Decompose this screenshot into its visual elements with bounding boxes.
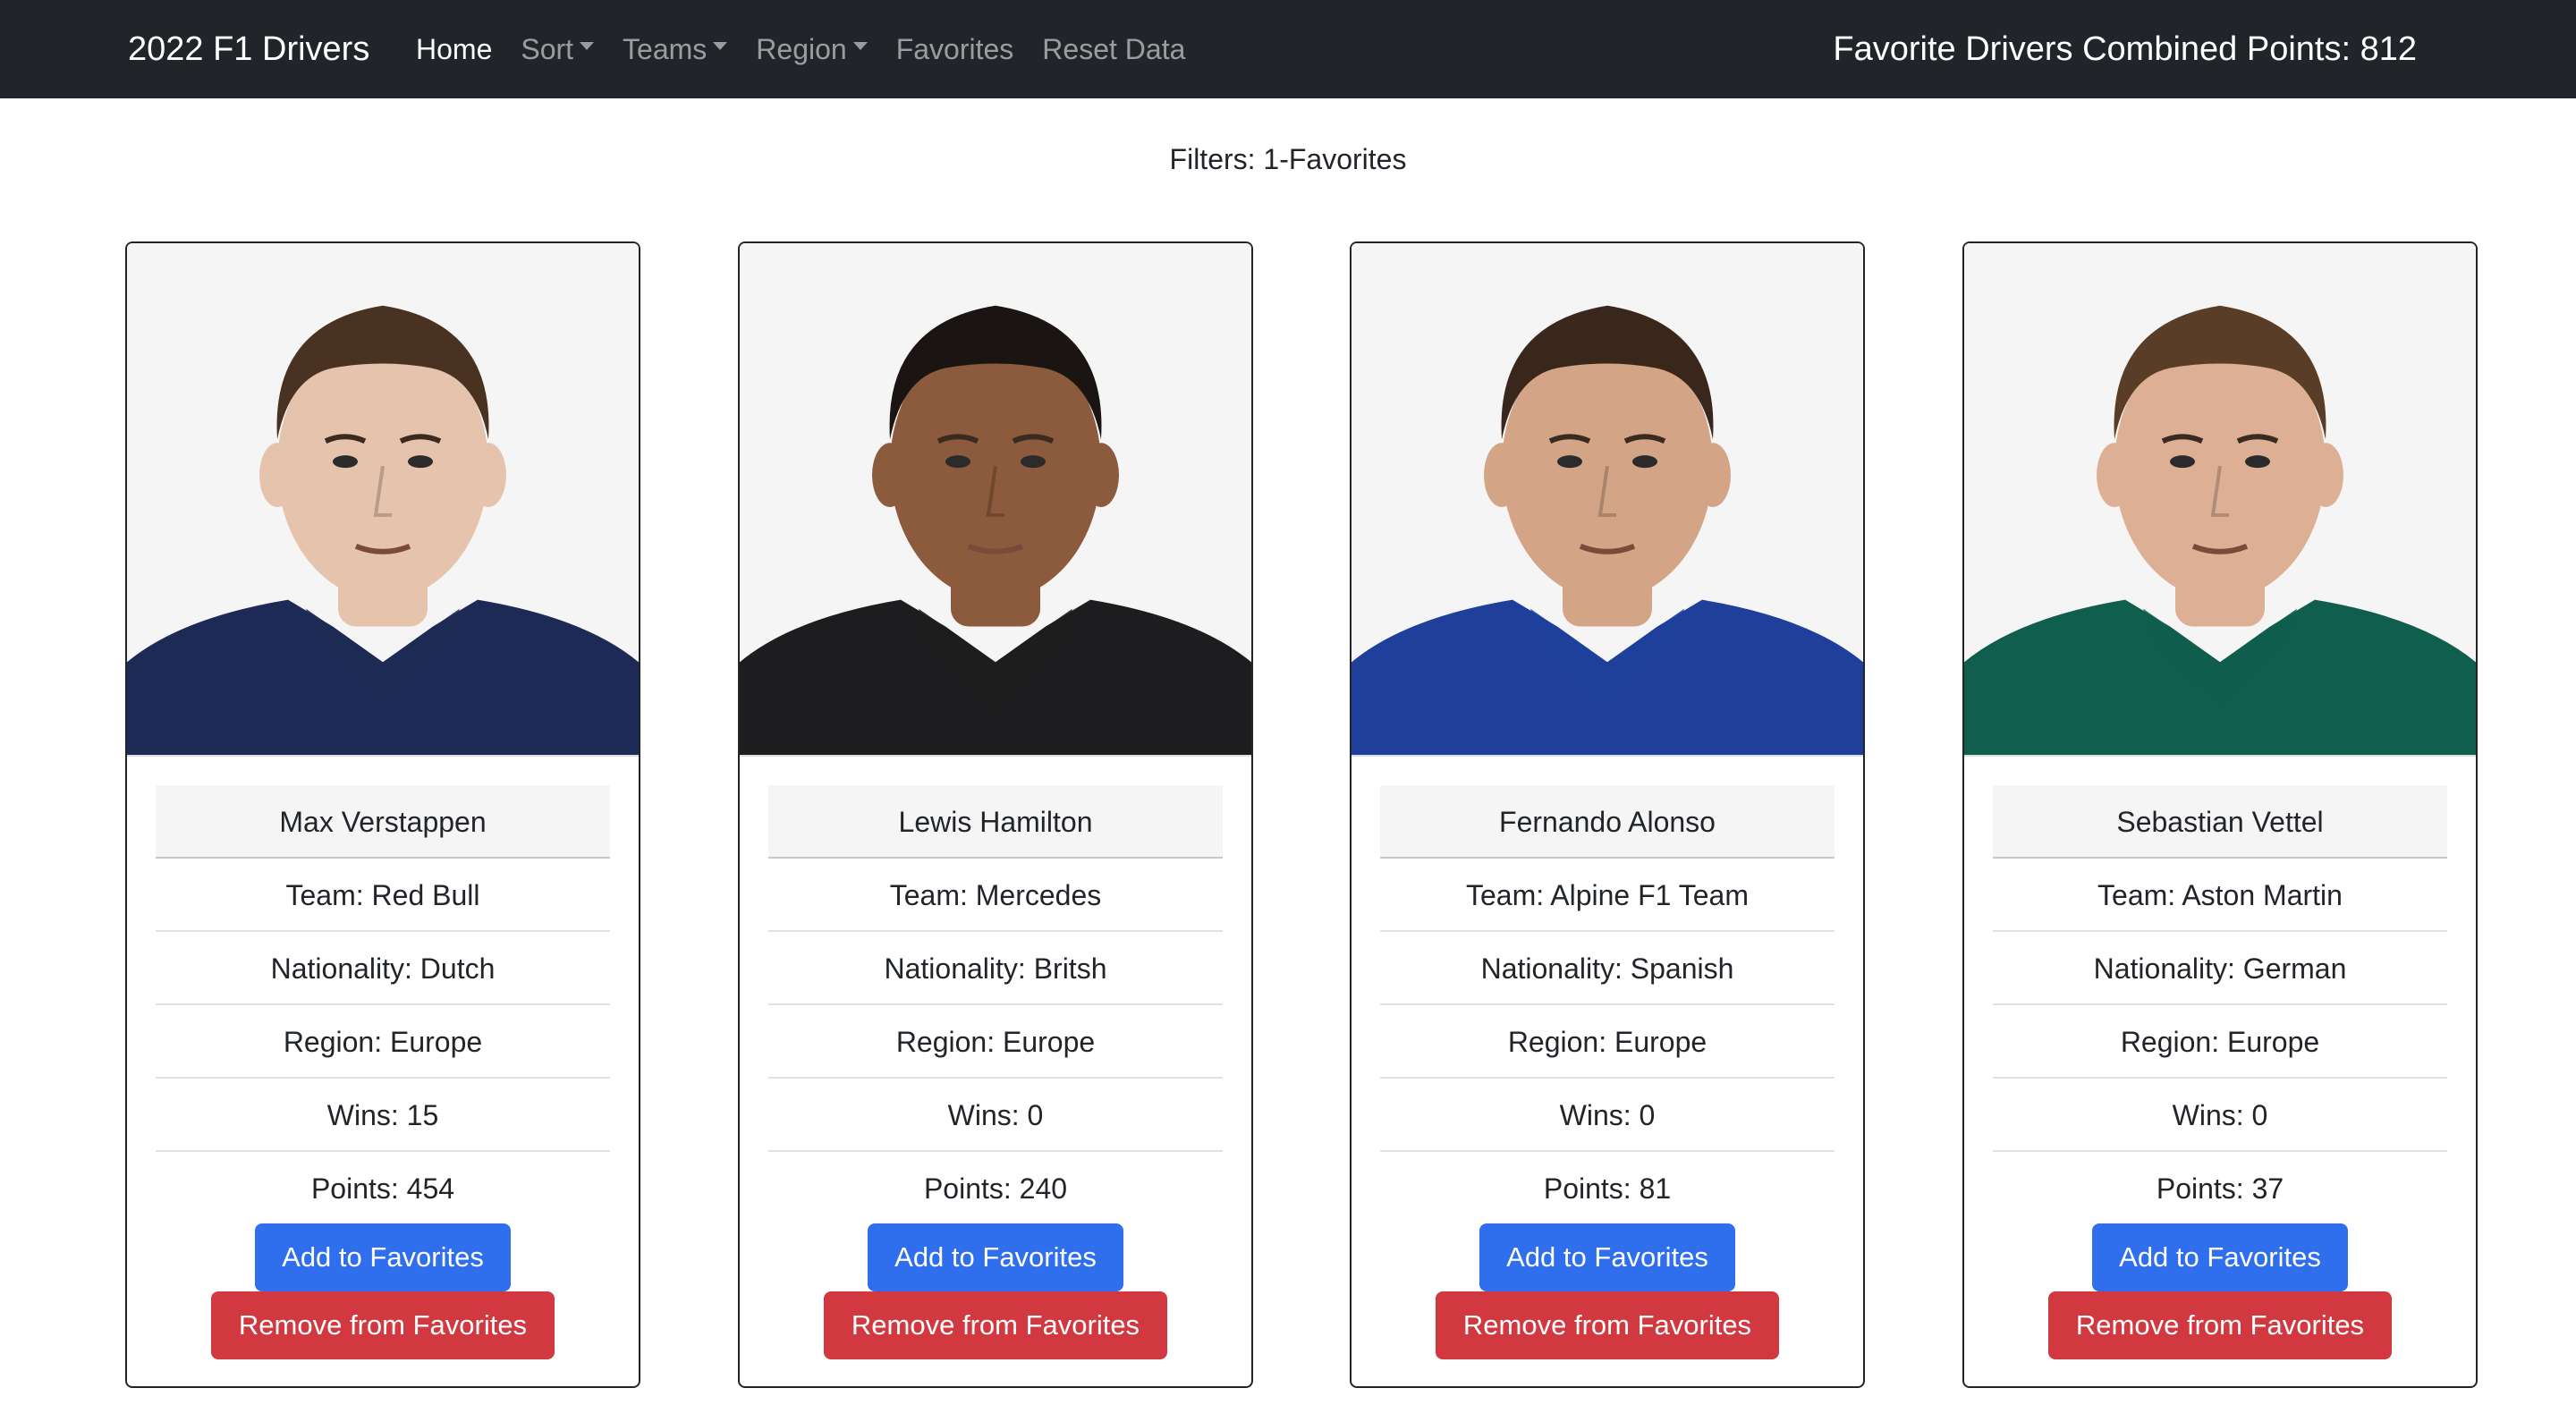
- remove-from-favorites-button[interactable]: Remove from Favorites: [2048, 1291, 2392, 1359]
- driver-card: Sebastian Vettel Team: Aston Martin Nati…: [1962, 241, 2478, 1388]
- driver-nationality: Nationality: German: [1993, 932, 2447, 1005]
- driver-wins: Wins: 0: [1380, 1079, 1835, 1152]
- driver-card: Lewis Hamilton Team: Mercedes Nationalit…: [738, 241, 1253, 1388]
- driver-card: Max Verstappen Team: Red Bull Nationalit…: [125, 241, 640, 1388]
- nav-sort-label: Sort: [521, 32, 574, 65]
- nav-home-link[interactable]: Home: [416, 33, 492, 66]
- driver-region: Region: Europe: [1380, 1005, 1835, 1079]
- driver-points: Points: 240: [923, 1172, 1068, 1205]
- driver-info-list: Sebastian Vettel Team: Aston Martin Nati…: [1993, 785, 2447, 1225]
- driver-nationality: Nationality: Spanish: [1380, 932, 1835, 1005]
- nav-region-label: Region: [756, 32, 847, 65]
- driver-portrait-image: [1964, 243, 2476, 755]
- nav-favorites-label: Favorites: [895, 32, 1014, 65]
- add-to-favorites-button[interactable]: Add to Favorites: [2092, 1223, 2348, 1291]
- driver-info-list: Lewis Hamilton Team: Mercedes Nationalit…: [768, 785, 1223, 1225]
- nav-teams-label: Teams: [623, 32, 708, 65]
- driver-team: Team: Aston Martin: [1993, 859, 2447, 932]
- driver-photo: [1964, 243, 2476, 757]
- navbar-brand[interactable]: 2022 F1 Drivers: [128, 0, 369, 98]
- driver-name: Sebastian Vettel: [1993, 785, 2447, 859]
- driver-wins: Wins: 0: [768, 1079, 1223, 1152]
- driver-card: Fernando Alonso Team: Alpine F1 Team Nat…: [1350, 241, 1865, 1388]
- driver-points: Points: 81: [1543, 1172, 1672, 1205]
- driver-wins: Wins: 0: [1993, 1079, 2447, 1152]
- nav-region-dropdown[interactable]: Region: [756, 32, 868, 66]
- driver-nationality: Nationality: Dutch: [156, 932, 610, 1005]
- driver-region: Region: Europe: [768, 1005, 1223, 1079]
- nav-reset-data-label: Reset Data: [1042, 32, 1186, 65]
- driver-points: Points: 37: [2156, 1172, 2284, 1205]
- driver-info-list: Fernando Alonso Team: Alpine F1 Team Nat…: [1380, 785, 1835, 1225]
- driver-team: Team: Alpine F1 Team: [1380, 859, 1835, 932]
- caret-down-icon: [580, 41, 595, 50]
- add-to-favorites-button[interactable]: Add to Favorites: [1479, 1223, 1735, 1291]
- add-to-favorites-button[interactable]: Add to Favorites: [255, 1223, 511, 1291]
- driver-nationality: Nationality: Britsh: [768, 932, 1223, 1005]
- driver-region: Region: Europe: [1993, 1005, 2447, 1079]
- nav-favorites-link[interactable]: Favorites: [896, 33, 1014, 66]
- caret-down-icon: [713, 41, 728, 50]
- driver-portrait-image: [1352, 243, 1863, 755]
- nav-reset-data-link[interactable]: Reset Data: [1042, 33, 1185, 66]
- top-navbar: 2022 F1 Drivers Home Sort Teams Region F…: [0, 0, 2576, 98]
- nav-teams-dropdown[interactable]: Teams: [623, 32, 728, 66]
- caret-down-icon: [852, 41, 868, 50]
- driver-portrait-image: [740, 243, 1251, 755]
- favorite-points-total: Favorite Drivers Combined Points: 812: [1833, 30, 2417, 68]
- driver-photo: [127, 243, 639, 757]
- remove-from-favorites-button[interactable]: Remove from Favorites: [824, 1291, 1167, 1359]
- driver-portrait-image: [127, 243, 639, 755]
- remove-from-favorites-button[interactable]: Remove from Favorites: [1436, 1291, 1779, 1359]
- driver-team: Team: Red Bull: [156, 859, 610, 932]
- driver-name: Lewis Hamilton: [768, 785, 1223, 859]
- remove-from-favorites-button[interactable]: Remove from Favorites: [211, 1291, 555, 1359]
- nav-sort-dropdown[interactable]: Sort: [521, 32, 595, 66]
- driver-region: Region: Europe: [156, 1005, 610, 1079]
- add-to-favorites-button[interactable]: Add to Favorites: [868, 1223, 1123, 1291]
- driver-team: Team: Mercedes: [768, 859, 1223, 932]
- nav-links: Home Sort Teams Region Favorites Reset D…: [416, 0, 1214, 98]
- driver-photo: [740, 243, 1251, 757]
- driver-wins: Wins: 15: [156, 1079, 610, 1152]
- nav-home-label: Home: [416, 32, 493, 65]
- driver-info-list: Max Verstappen Team: Red Bull Nationalit…: [156, 785, 610, 1225]
- driver-points: Points: 454: [310, 1172, 455, 1205]
- filters-status: Filters: 1-Favorites: [1169, 143, 1407, 175]
- driver-photo: [1352, 243, 1863, 757]
- driver-name: Max Verstappen: [156, 785, 610, 859]
- driver-name: Fernando Alonso: [1380, 785, 1835, 859]
